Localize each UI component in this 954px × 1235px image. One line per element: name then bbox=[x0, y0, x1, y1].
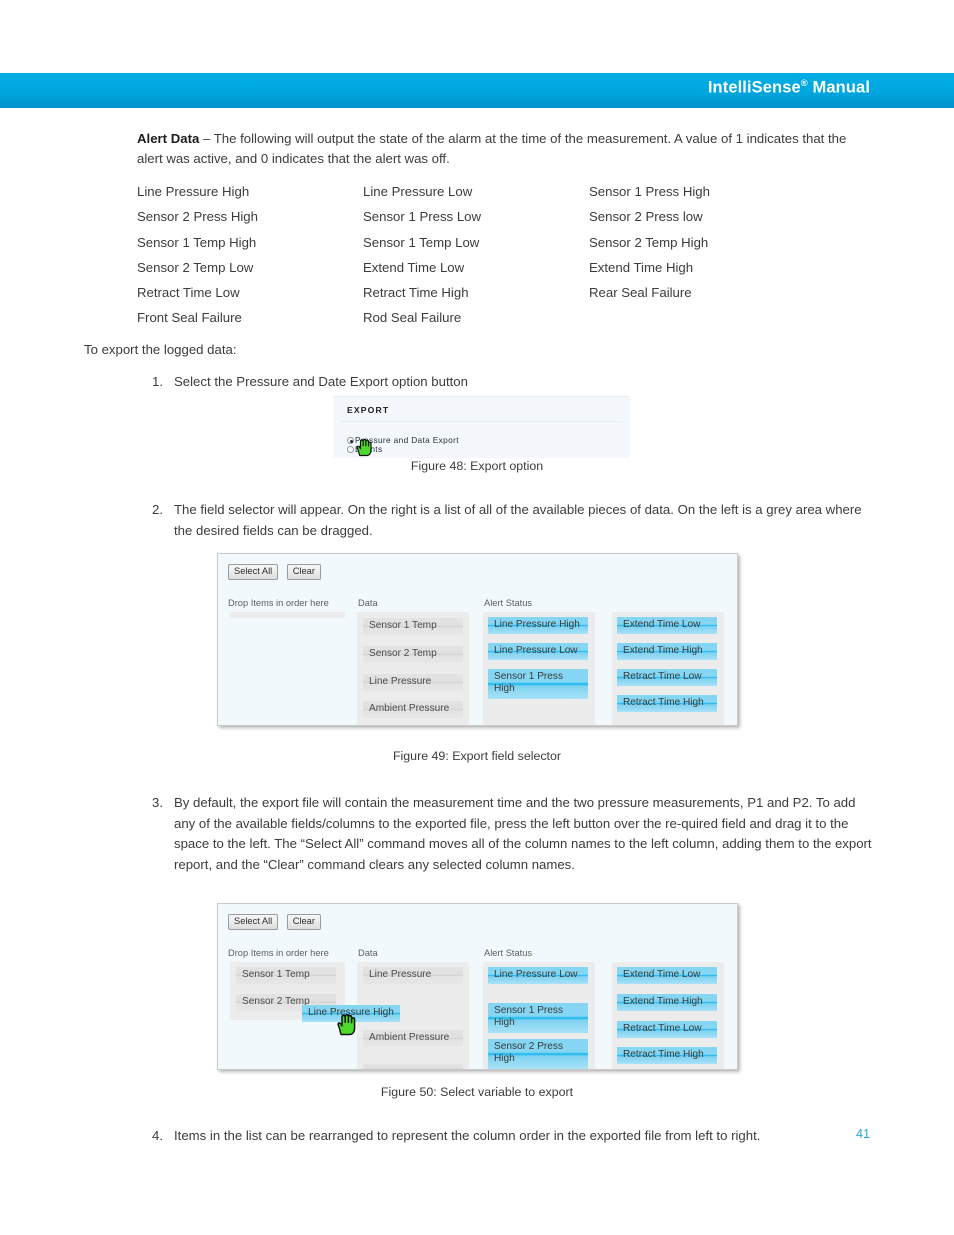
data-item-chip[interactable]: Ambient Pressure bbox=[363, 1030, 463, 1048]
alert-field: Sensor 1 Temp High bbox=[137, 234, 257, 250]
column-header-alert-status: Alert Status bbox=[484, 948, 533, 958]
alert-status-chip[interactable]: Retract Time High bbox=[617, 1047, 717, 1065]
alert-status-chip[interactable]: Retract Time Low bbox=[617, 1021, 717, 1039]
figure-48-export-option-panel: EXPORT Pressure and Data Export Events bbox=[333, 396, 630, 458]
alert-status-chip[interactable]: Extend Time Low bbox=[617, 617, 717, 635]
alert-field: Rod Seal Failure bbox=[363, 310, 462, 326]
alert-status-chip[interactable]: Extend Time Low bbox=[617, 967, 717, 985]
page-number: 41 bbox=[855, 1127, 870, 1141]
data-item-chip[interactable]: Line Pressure bbox=[363, 967, 463, 985]
registered-mark-icon: ® bbox=[800, 78, 808, 89]
field-selector-toolbar: Select All Clear bbox=[228, 561, 325, 580]
step-number: 1. bbox=[152, 374, 163, 389]
drop-zone-item-chip[interactable]: Sensor 1 Temp bbox=[236, 967, 336, 985]
column-header-alert-status: Alert Status bbox=[484, 598, 533, 608]
export-lead-line: To export the logged data: bbox=[84, 342, 237, 357]
column-header-drop-zone: Drop Items in order here bbox=[228, 598, 329, 608]
column-header-data: Data bbox=[358, 598, 378, 608]
step-number: 3. bbox=[152, 795, 163, 810]
data-item-chip[interactable]: Sensor 1 Temp bbox=[363, 618, 463, 636]
step-text: Select the Pressure and Date Export opti… bbox=[174, 374, 468, 389]
select-all-button[interactable]: Select All bbox=[228, 563, 279, 580]
alert-field: Retract Time Low bbox=[137, 285, 240, 301]
alert-status-chip[interactable]: Sensor 1 Press High bbox=[488, 669, 588, 699]
alert-field: Line Pressure Low bbox=[363, 184, 473, 199]
column-header-data: Data bbox=[358, 948, 378, 958]
alert-field: Sensor 1 Press High bbox=[589, 184, 710, 199]
alert-status-chip[interactable]: Line Pressure High bbox=[488, 617, 588, 635]
step-text: By default, the export file will contain… bbox=[174, 795, 872, 872]
page-title: IntelliSense® Manual bbox=[708, 78, 870, 98]
data-item-chip[interactable]: Ambient Pressure bbox=[363, 701, 463, 719]
alert-field: Sensor 2 Temp Low bbox=[137, 259, 254, 275]
figure-50-select-variable-to-export: Select All Clear Drop Items in order her… bbox=[217, 903, 738, 1070]
alert-field: Extend Time High bbox=[589, 259, 694, 275]
figure-49-export-field-selector: Select All Clear Drop Items in order her… bbox=[217, 553, 738, 726]
step-number: 2. bbox=[152, 502, 163, 517]
alert-field: Sensor 1 Temp Low bbox=[363, 234, 480, 250]
alert-field: Line Pressure High bbox=[137, 184, 250, 199]
hand-cursor-icon bbox=[356, 438, 372, 457]
select-all-button[interactable]: Select All bbox=[228, 913, 279, 930]
field-selector-toolbar: Select All Clear bbox=[228, 911, 325, 930]
alert-status-chip[interactable]: Retract Time Low bbox=[617, 669, 717, 687]
alert-status-chip[interactable]: Sensor 1 Press High bbox=[488, 1003, 588, 1033]
alert-status-chip[interactable]: Extend Time High bbox=[617, 994, 717, 1012]
step-number: 4. bbox=[152, 1128, 163, 1143]
alert-field: Sensor 2 Temp High bbox=[589, 234, 709, 250]
alert-status-chip[interactable]: Sensor 2 Press High bbox=[488, 1039, 588, 1069]
alert-field: Extend Time Low bbox=[363, 259, 465, 275]
step-item-3: 3. By default, the export file will cont… bbox=[137, 793, 874, 875]
alert-field: Sensor 2 Press High bbox=[137, 209, 258, 225]
step-item-4: 4. Items in the list can be rearranged t… bbox=[137, 1126, 877, 1147]
alert-field: Front Seal Failure bbox=[137, 310, 242, 326]
panel-divider bbox=[341, 421, 622, 422]
data-item-chip[interactable]: Sensor 2 Temp bbox=[363, 646, 463, 664]
intro-paragraph: Alert Data – The following will output t… bbox=[137, 129, 853, 169]
header-title-main: IntelliSense bbox=[707, 78, 801, 97]
step-text: The field selector will appear. On the r… bbox=[174, 502, 862, 538]
column-header-drop-zone: Drop Items in order here bbox=[228, 948, 329, 958]
step-item-2: 2. The field selector will appear. On th… bbox=[137, 500, 873, 541]
intro-body-text: – The following will output the state of… bbox=[137, 131, 847, 166]
hand-cursor-icon bbox=[337, 1014, 356, 1036]
data-item-chip-partial[interactable] bbox=[363, 1064, 463, 1069]
alert-field: Sensor 2 Press low bbox=[589, 209, 703, 225]
step-text: Items in the list can be rearranged to r… bbox=[174, 1128, 761, 1143]
alert-status-chip[interactable]: Line Pressure Low bbox=[488, 643, 588, 661]
figure-50-caption: Figure 50: Select variable to export bbox=[380, 1085, 574, 1099]
data-item-chip[interactable]: Line Pressure bbox=[363, 674, 463, 692]
alert-data-field-list: Line Pressure High Line Pressure Low Sen… bbox=[137, 179, 837, 331]
alert-field: Sensor 1 Press Low bbox=[363, 209, 482, 225]
alert-status-chip[interactable]: Line Pressure Low bbox=[488, 967, 588, 985]
export-panel-heading: EXPORT bbox=[347, 405, 390, 415]
intro-bold-label: Alert Data bbox=[137, 131, 200, 146]
figure-48-caption: Figure 48: Export option bbox=[410, 459, 544, 473]
step-item-1: 1. Select the Pressure and Date Export o… bbox=[137, 372, 837, 393]
clear-button[interactable]: Clear bbox=[286, 563, 321, 580]
figure-49-caption: Figure 49: Export field selector bbox=[392, 749, 562, 763]
alert-field: Retract Time High bbox=[363, 285, 469, 301]
alert-field bbox=[589, 305, 815, 330]
alert-field: Rear Seal Failure bbox=[589, 285, 692, 301]
clear-button[interactable]: Clear bbox=[286, 913, 321, 930]
alert-status-chip[interactable]: Extend Time High bbox=[617, 643, 717, 661]
drop-zone-well[interactable] bbox=[230, 612, 345, 618]
alert-status-chip[interactable]: Retract Time High bbox=[617, 695, 717, 713]
header-title-tail: Manual bbox=[807, 78, 870, 97]
